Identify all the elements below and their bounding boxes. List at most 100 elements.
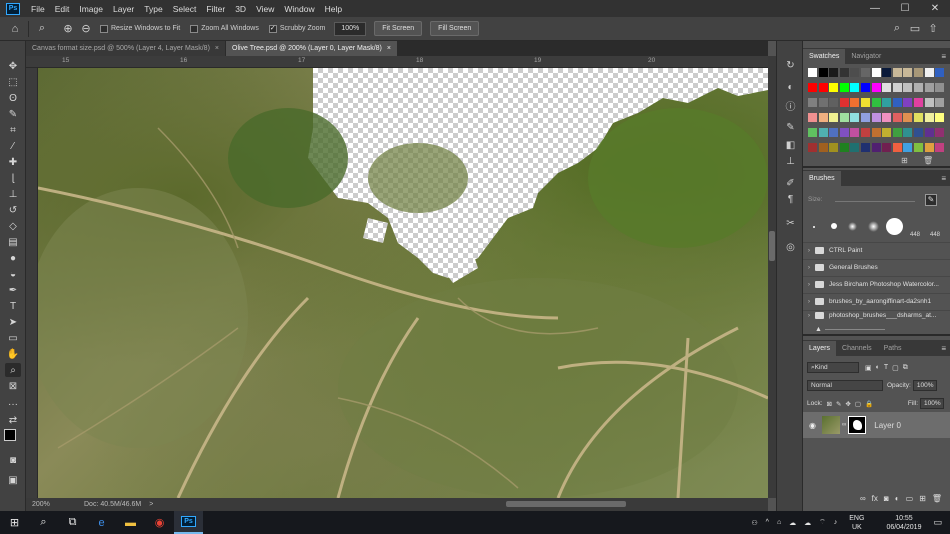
- crop-tool-icon[interactable]: ⌗: [5, 123, 21, 137]
- color-swatch[interactable]: [882, 113, 892, 122]
- color-swatch[interactable]: [892, 68, 902, 77]
- color-swatch[interactable]: [871, 83, 881, 92]
- color-swatch[interactable]: [914, 83, 923, 92]
- link-layers-icon[interactable]: ∞: [860, 494, 866, 503]
- lasso-tool-icon[interactable]: ʘ: [5, 91, 21, 105]
- color-swatch[interactable]: [924, 98, 934, 107]
- color-swatch[interactable]: [892, 128, 902, 137]
- brush-tip-icon[interactable]: [848, 222, 857, 231]
- zoom-tool-preset-icon[interactable]: ⌕: [33, 20, 51, 38]
- color-swatch[interactable]: [818, 113, 828, 122]
- color-swatch[interactable]: [850, 68, 860, 77]
- maximize-button[interactable]: ☐: [890, 3, 920, 14]
- resize-windows-checkbox[interactable]: Resize Windows to Fit: [100, 24, 180, 33]
- color-swatch[interactable]: [935, 83, 945, 92]
- color-swatch[interactable]: [903, 68, 913, 77]
- panel-menu-icon[interactable]: ≡: [941, 52, 950, 61]
- add-mask-icon[interactable]: ◙: [884, 494, 889, 503]
- info-icon[interactable]: ⓘ: [784, 99, 797, 113]
- lock-position-icon[interactable]: ✥: [845, 400, 850, 408]
- color-swatch[interactable]: [924, 68, 934, 77]
- color-swatch[interactable]: [871, 143, 881, 152]
- tab-brushes[interactable]: Brushes: [803, 171, 841, 186]
- search-icon[interactable]: ⌕: [29, 511, 58, 534]
- adjustments-icon[interactable]: ◧: [784, 139, 797, 152]
- color-swatch[interactable]: [861, 113, 870, 122]
- search-icon[interactable]: ⌕: [888, 20, 906, 38]
- marquee-tool-icon[interactable]: ⬚: [5, 75, 21, 89]
- adjustment-layer-icon[interactable]: ◐: [895, 494, 900, 503]
- color-swatch[interactable]: [924, 83, 934, 92]
- chrome-browser-icon[interactable]: ◉: [145, 511, 174, 534]
- color-swatch[interactable]: [818, 98, 828, 107]
- color-swatch[interactable]: [903, 98, 913, 107]
- people-icon[interactable]: ⚇: [751, 519, 757, 527]
- document-canvas[interactable]: [38, 68, 768, 498]
- rectangle-tool-icon[interactable]: ▭: [5, 331, 21, 345]
- filter-smart-icon[interactable]: ⧉: [903, 364, 908, 372]
- color-swatch[interactable]: [818, 83, 828, 92]
- color-swatch[interactable]: [935, 113, 945, 122]
- color-swatch[interactable]: [924, 128, 934, 137]
- layer-mask-thumbnail[interactable]: [848, 416, 867, 434]
- panel-menu-icon[interactable]: ≡: [941, 344, 950, 353]
- trash-icon[interactable]: 🗑: [923, 156, 933, 165]
- zoom-value-field[interactable]: 100%: [334, 21, 367, 36]
- color-swatch[interactable]: [850, 83, 860, 92]
- zoom-level-field[interactable]: 200%: [26, 501, 64, 508]
- menu-edit[interactable]: Edit: [50, 4, 75, 14]
- filter-shape-icon[interactable]: ▢: [892, 364, 899, 372]
- blur-tool-icon[interactable]: ●: [5, 251, 21, 265]
- horizontal-scrollbar[interactable]: [506, 501, 626, 507]
- color-swatch[interactable]: [808, 128, 817, 137]
- brush-size-slider[interactable]: [835, 201, 915, 202]
- eyedropper-tool-icon[interactable]: ⁄: [5, 139, 21, 153]
- brush-folder[interactable]: › CTRL Paint: [803, 242, 950, 258]
- scrollbar-thumb[interactable]: [769, 231, 775, 261]
- brush-tip-icon[interactable]: [886, 218, 903, 235]
- color-swatch[interactable]: [839, 113, 849, 122]
- menu-layer[interactable]: Layer: [108, 4, 139, 14]
- menu-filter[interactable]: Filter: [201, 4, 230, 14]
- clone-source-icon[interactable]: ⊥: [784, 155, 797, 168]
- menu-view[interactable]: View: [251, 4, 279, 14]
- workspace-icon[interactable]: ▭: [906, 20, 924, 38]
- color-swatch[interactable]: [829, 128, 839, 137]
- menu-file[interactable]: File: [26, 4, 50, 14]
- file-explorer-icon[interactable]: ▬: [116, 511, 145, 534]
- color-swatch[interactable]: [882, 98, 892, 107]
- color-swatch[interactable]: [818, 128, 828, 137]
- brush-preview-strip[interactable]: 448 448: [808, 218, 948, 242]
- swap-colors-icon[interactable]: ⇄: [5, 413, 21, 427]
- notifications-icon[interactable]: ▭: [933, 517, 942, 528]
- share-icon[interactable]: ⇧: [924, 20, 942, 38]
- color-swatch[interactable]: [839, 143, 849, 152]
- home-icon[interactable]: ⌂: [6, 20, 24, 38]
- tab-swatches[interactable]: Swatches: [803, 49, 846, 64]
- color-swatch[interactable]: [808, 98, 817, 107]
- brush-folder[interactable]: › Jess Bircham Photoshop Watercolor...: [803, 276, 950, 292]
- status-menu-arrow[interactable]: >: [149, 501, 153, 508]
- fill-screen-button[interactable]: Fill Screen: [430, 21, 480, 36]
- zoom-tool-icon[interactable]: ⌕: [5, 363, 21, 377]
- onedrive-icon[interactable]: ☁: [804, 519, 811, 527]
- vertical-scrollbar[interactable]: [768, 56, 776, 498]
- tab-paths[interactable]: Paths: [878, 341, 908, 356]
- color-swatch[interactable]: [882, 128, 892, 137]
- paragraph-icon[interactable]: ¶: [784, 193, 797, 206]
- show-hidden-icons[interactable]: ^: [766, 519, 769, 526]
- brush-edit-icon[interactable]: ✎: [925, 194, 937, 206]
- layer-row[interactable]: ◉ ∞ Layer 0: [803, 412, 950, 438]
- fill-field[interactable]: 100%: [920, 398, 944, 409]
- color-swatch[interactable]: [861, 143, 870, 152]
- trash-icon[interactable]: 🗑: [932, 494, 942, 503]
- color-swatch[interactable]: [850, 128, 860, 137]
- color-swatch[interactable]: [808, 143, 817, 152]
- color-swatch[interactable]: [903, 143, 913, 152]
- color-swatch[interactable]: [839, 68, 849, 77]
- brush-preview-slider[interactable]: ▲: [815, 326, 935, 333]
- fit-screen-button[interactable]: Fit Screen: [374, 21, 423, 36]
- language-indicator[interactable]: ENG UK: [845, 514, 868, 532]
- brush-settings-icon[interactable]: ✎: [784, 121, 797, 134]
- color-swatch[interactable]: [829, 83, 839, 92]
